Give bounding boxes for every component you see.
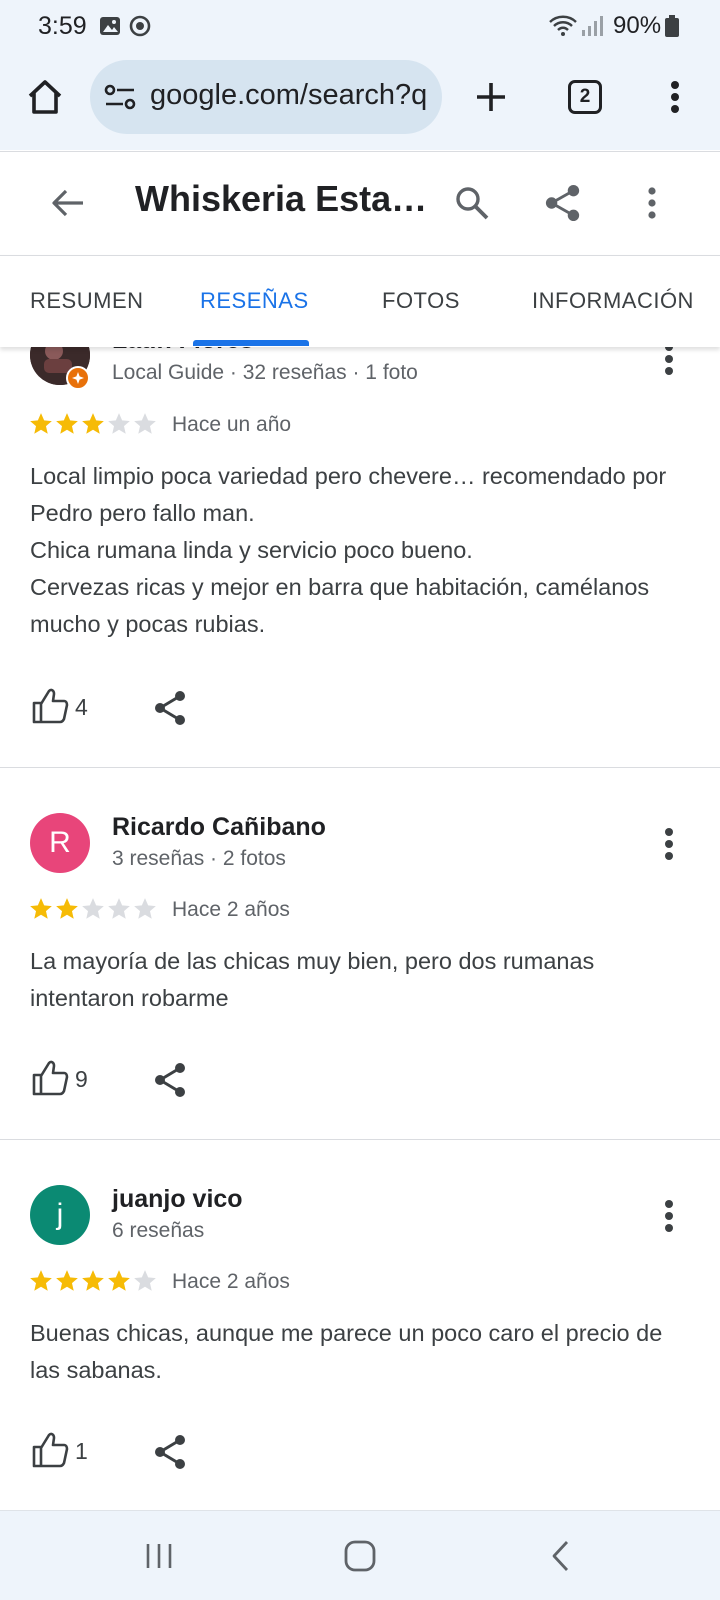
status-time: 3:59 [38,12,87,40]
like-count: 4 [75,694,88,720]
reviewer-name[interactable]: Ricardo Cañibano [112,813,326,842]
rating-stars [28,896,158,924]
home-icon [28,80,62,114]
recent-apps-button[interactable] [136,1533,182,1579]
share-icon[interactable] [150,1060,190,1100]
avatar[interactable]: R [30,813,90,873]
star-filled-icon [30,1270,52,1291]
star-filled-icon [56,413,78,434]
sync-icon [129,15,151,37]
active-tab-indicator [193,340,309,346]
back-button[interactable] [42,177,94,229]
thumbs-up-icon[interactable] [30,686,70,726]
recent-apps-icon [146,1544,172,1568]
star-empty-icon [108,898,130,919]
search-button[interactable] [446,177,498,229]
reviewer-name[interactable]: juanjo vico [112,1185,243,1214]
tab-count: 2 [579,86,591,107]
review-divider [0,1139,720,1140]
star-filled-icon [82,413,104,434]
back-nav-button[interactable] [538,1533,584,1579]
tab-switcher-button[interactable]: 2 [561,73,609,121]
status-bar: 3:59 90% [0,0,720,52]
system-nav-bar [0,1510,720,1600]
tab-resenas[interactable]: RESEÑAS [200,288,309,314]
page-title: Whiskeria Esta… [135,178,425,219]
back-arrow-icon [52,189,83,217]
home-button[interactable] [21,73,69,121]
signal-icon [582,16,603,36]
battery-icon [665,15,679,37]
like-count: 1 [75,1438,88,1464]
star-empty-icon [134,413,156,434]
new-tab-button[interactable] [467,73,515,121]
browser-menu-button[interactable] [651,73,699,121]
tab-resumen[interactable]: RESUMEN [30,288,144,314]
local-guide-badge-icon [66,366,90,390]
reviewer-meta: Local Guide · 32 reseñas · 1 foto [112,361,418,384]
star-filled-icon [108,1270,130,1291]
star-filled-icon [56,1270,78,1291]
place-tabs: RESUMEN RESEÑAS FOTOS INFORMACIÓN [0,255,720,347]
place-header: Whiskeria Esta… [0,151,720,255]
url-text[interactable]: google.com/search?q [150,79,427,112]
share-icon[interactable] [150,688,190,728]
avatar-letter: R [49,826,71,859]
review-text: La mayoría de las chicas muy bien, pero … [30,948,595,1011]
back-nav-icon [552,1541,569,1571]
star-empty-icon [134,898,156,919]
menu-icon [671,81,679,113]
share-icon [545,184,580,222]
star-filled-icon [82,1270,104,1291]
more-vert-icon [648,187,656,219]
star-empty-icon [82,898,104,919]
new-tab-icon [477,83,505,111]
battery-percent: 90% [613,12,662,39]
review-time: Hace 2 años [172,1270,290,1293]
rating-stars [28,1268,158,1296]
more-vert-icon [665,343,673,375]
site-settings-icon[interactable] [104,83,136,111]
review-more-button[interactable] [645,1192,693,1240]
reviewer-meta: 6 reseñas [112,1219,205,1242]
wifi-icon [549,15,577,36]
star-filled-icon [30,413,52,434]
review-divider [0,767,720,768]
home-nav-button[interactable] [337,1533,383,1579]
review-time: Hace 2 años [172,898,290,921]
home-button-icon [344,1540,376,1572]
browser-chrome: 3:59 90% google.com/search?q 2 [0,0,720,150]
thumbs-up-icon[interactable] [30,1430,70,1470]
review-text: Local limpio poca variedad pero chevere…… [30,463,667,637]
tab-informacion[interactable]: INFORMACIÓN [532,288,694,314]
tab-switcher-icon: 2 [568,80,602,114]
share-icon[interactable] [150,1432,190,1472]
gallery-icon [100,17,120,35]
star-filled-icon [30,898,52,919]
star-filled-icon [56,898,78,919]
like-count: 9 [75,1066,88,1092]
avatar[interactable]: j [30,1185,90,1245]
address-bar[interactable]: google.com/search?q [90,60,442,134]
rating-stars [28,411,158,439]
review-time: Hace un año [172,413,292,436]
reviewer-meta: 3 reseñas · 2 fotos [112,847,286,870]
review-text: Buenas chicas, aunque me parece un poco … [30,1320,663,1383]
more-options-button[interactable] [626,177,678,229]
more-vert-icon [665,828,673,860]
star-empty-icon [134,1270,156,1291]
thumbs-up-icon[interactable] [30,1058,70,1098]
more-vert-icon [665,1200,673,1232]
review-more-button[interactable] [645,820,693,868]
share-button[interactable] [537,177,589,229]
star-empty-icon [108,413,130,434]
avatar-letter: j [56,1198,64,1231]
tab-fotos[interactable]: FOTOS [382,288,460,314]
search-icon [456,187,489,220]
